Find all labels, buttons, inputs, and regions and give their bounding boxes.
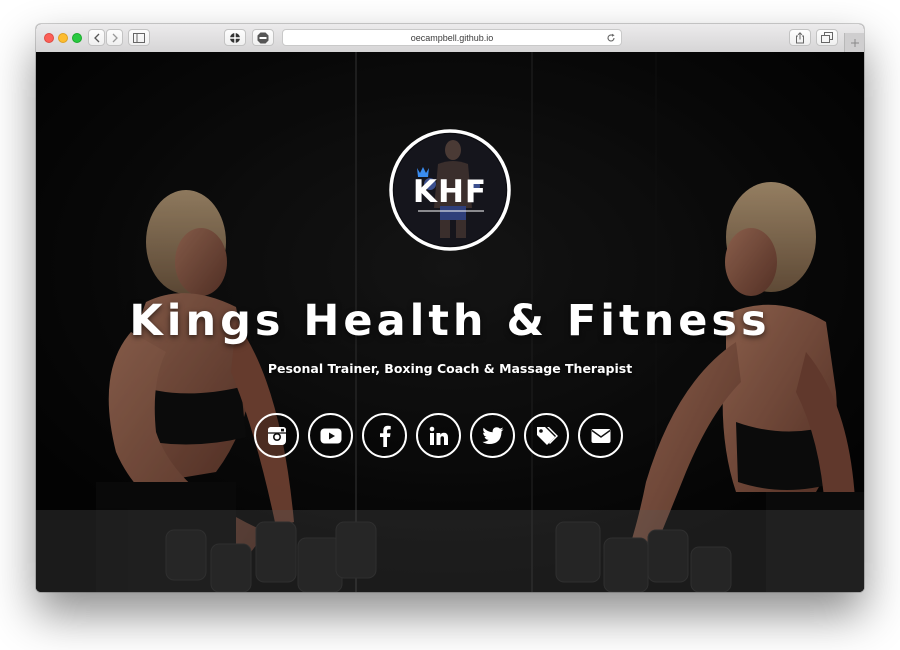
zoom-window-button[interactable] [72,33,82,43]
tags-link[interactable] [524,413,569,458]
share-button[interactable] [789,29,811,46]
tabs-overview-button[interactable] [816,29,838,46]
site-subtitle: Pesonal Trainer, Boxing Coach & Massage … [267,361,633,376]
address-bar[interactable]: oecampbell.github.io [282,29,622,46]
site-title: Kings Health & Fitness [129,296,771,346]
reload-icon[interactable] [606,33,616,43]
social-links [254,413,623,463]
close-window-button[interactable] [44,33,54,43]
twitter-icon [481,426,503,444]
instagram-link[interactable] [254,413,299,458]
chevron-right-icon [112,33,118,42]
plus-icon [850,38,859,47]
new-tab-button[interactable] [844,33,864,52]
youtube-link[interactable] [308,413,353,458]
tags-icon [536,426,558,445]
envelope-icon [591,428,610,443]
adblock-icon [257,32,269,43]
sidebar-icon [133,32,145,43]
browser-window: oecampbell.github.io KHF Kings Health & … [36,24,864,592]
adblock-button[interactable] [252,29,274,46]
bottom-overlay-band [36,510,864,592]
email-link[interactable] [578,413,623,458]
browser-toolbar: oecampbell.github.io [36,24,864,53]
forward-button[interactable] [106,29,123,46]
extension-button[interactable] [224,29,246,46]
instagram-icon [267,426,286,445]
url-text: oecampbell.github.io [410,32,494,43]
twitter-link[interactable] [470,413,515,458]
facebook-link[interactable] [362,413,407,458]
facebook-icon [379,425,391,447]
sidebar-button[interactable] [128,29,150,46]
hero-section: KHF Kings Health & Fitness Pesonal Train… [36,52,864,592]
minimize-window-button[interactable] [58,33,68,43]
crosshair-icon [230,32,240,43]
linkedin-link[interactable] [416,413,461,458]
youtube-icon [320,428,341,443]
linkedin-icon [429,426,448,445]
khf-logo: KHF [389,129,511,251]
tabs-icon [821,32,833,43]
logo-text: KHF [413,174,487,210]
back-button[interactable] [88,29,105,46]
share-icon [796,31,804,43]
chevron-left-icon [93,33,99,42]
